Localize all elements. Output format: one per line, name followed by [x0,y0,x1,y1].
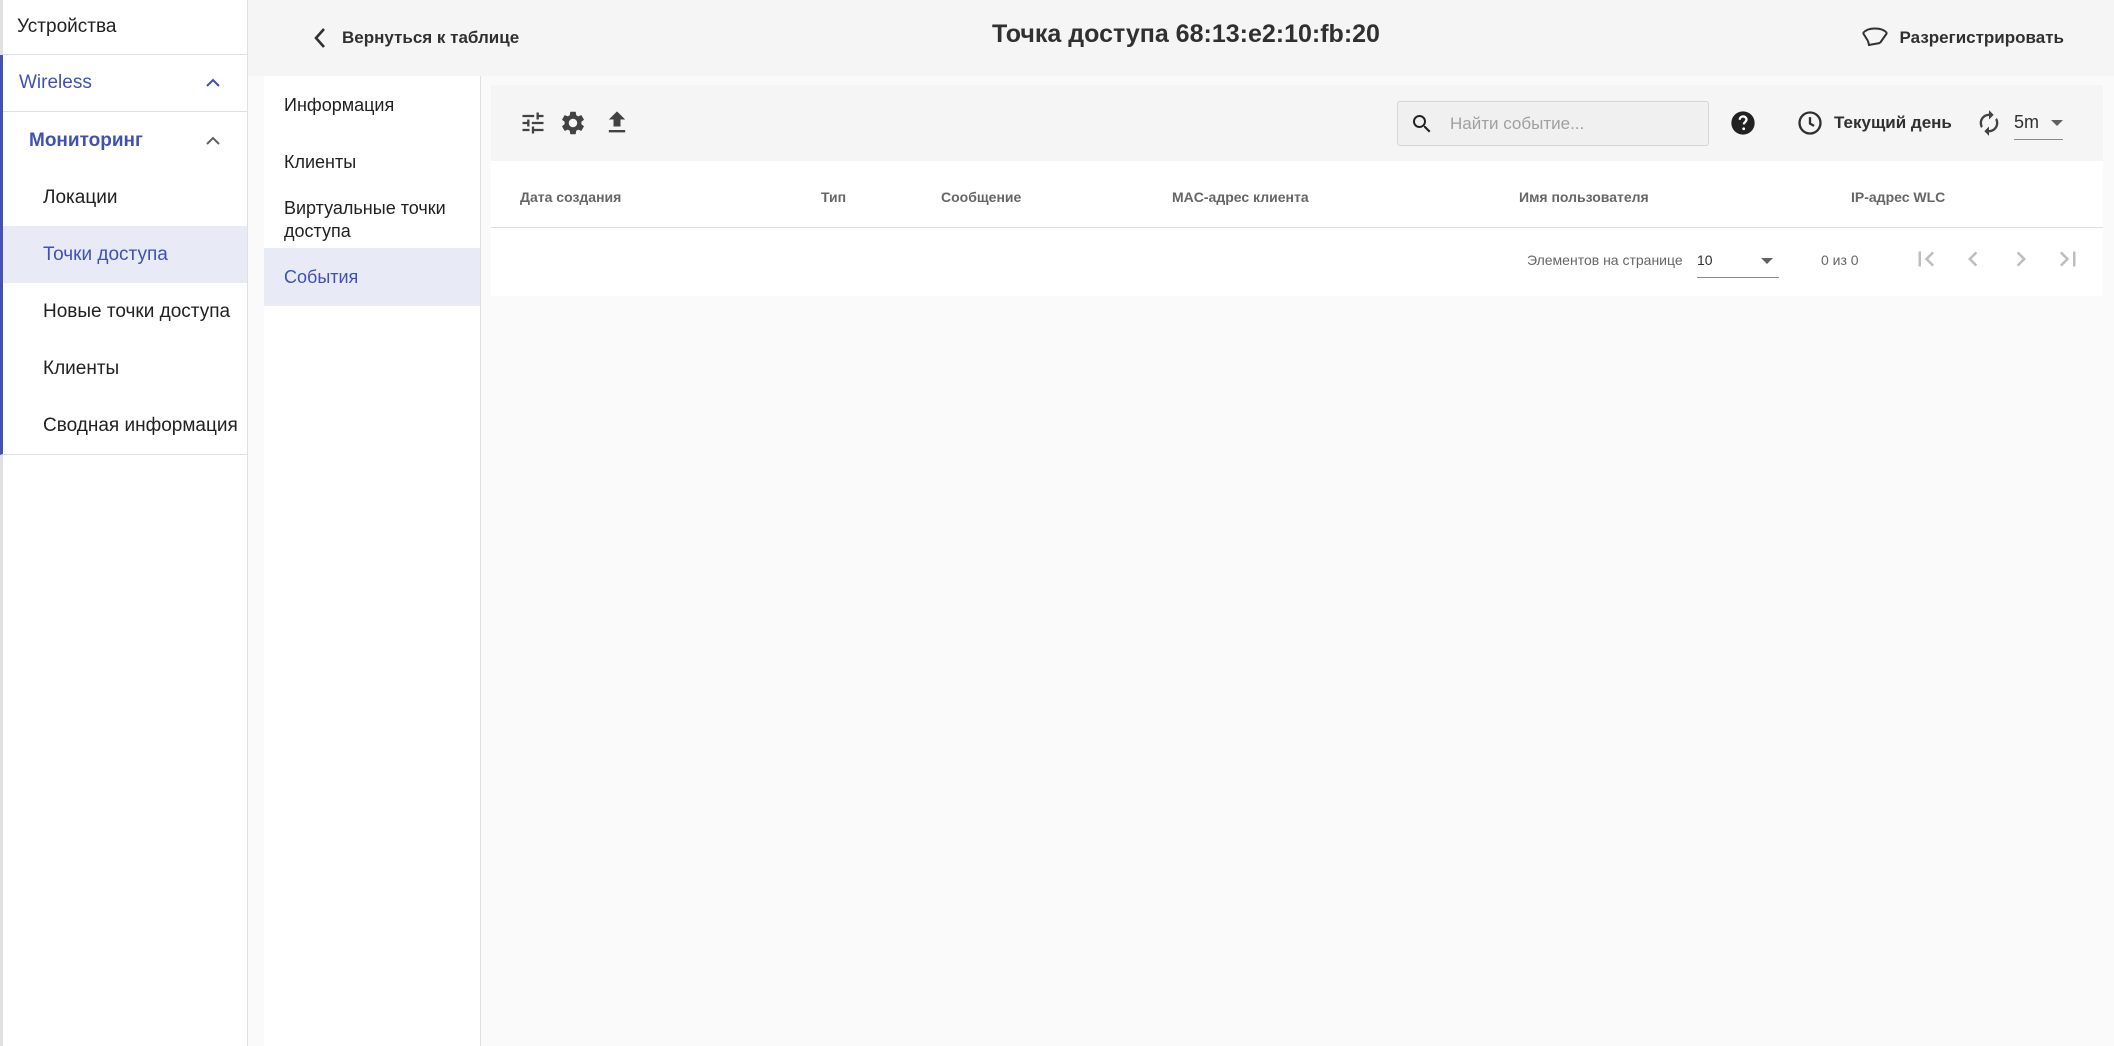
access-point-subnav: Информация Клиенты Виртуальные точки дос… [264,76,481,1046]
tab-virtual-access-points[interactable]: Виртуальные точки доступа [264,191,480,248]
tune-icon[interactable] [519,109,547,137]
sidebar-item-label: Мониторинг [29,129,143,151]
refresh-interval-select[interactable]: 5m [2014,106,2063,140]
search-input[interactable] [1450,102,1700,145]
sidebar-item-devices[interactable]: Устройства [3,0,247,55]
sidebar-item-label: Сводная информация [43,414,238,436]
sidebar-item-new-access-points[interactable]: Новые точки доступа [3,283,247,340]
tab-events[interactable]: События [264,248,480,306]
events-panel: Текущий день 5m Дата создания Тип Сообще… [491,85,2103,296]
sidebar-item-wireless[interactable]: Wireless [3,55,247,112]
page-size-select[interactable]: 10 [1697,242,1779,278]
sidebar-item-summary[interactable]: Сводная информация [3,397,247,454]
tab-clients[interactable]: Клиенты [264,134,480,191]
column-header-created[interactable]: Дата создания [520,189,621,205]
page-header: Вернуться к таблице Точка доступа 68:13:… [248,0,2114,76]
column-header-message[interactable]: Сообщение [941,189,1021,205]
next-page-icon[interactable] [2006,244,2036,274]
column-header-type[interactable]: Тип [821,189,846,205]
sidebar-item-label: Точки доступа [43,243,168,265]
paginator: Элементов на странице 10 0 из 0 [491,228,2103,295]
column-header-wlc-ip[interactable]: IP-адрес WLC [1851,189,1945,205]
tab-label: Виртуальные точки доступа [284,197,446,241]
page-size-label: Элементов на странице [1527,252,1683,268]
page-range-label: 0 из 0 [1821,252,1859,268]
sidebar-item-label: Wireless [19,72,92,93]
dropdown-caret-icon [1761,258,1773,264]
sidebar-item-monitoring[interactable]: Мониторинг [3,112,247,169]
last-page-icon[interactable] [2053,244,2083,274]
clock-icon [1798,111,1822,135]
chevron-up-icon[interactable] [205,133,221,149]
sidebar-item-locations[interactable]: Локации [3,169,247,226]
sidebar-item-clients[interactable]: Клиенты [3,340,247,397]
refresh-interval-value: 5m [2014,112,2040,132]
page-title: Точка доступа 68:13:e2:10:fb:20 [992,20,1380,48]
period-selector-button[interactable]: Текущий день [1796,107,1952,139]
sidebar-item-label: Новые точки доступа [43,300,231,322]
tab-label: Клиенты [284,152,357,172]
previous-page-icon[interactable] [1958,244,1988,274]
column-header-username[interactable]: Имя пользователя [1519,189,1649,205]
events-toolbar: Текущий день 5m [491,85,2103,161]
unregister-button-label: Разрегистрировать [1899,28,2064,47]
sidebar-item-access-points[interactable]: Точки доступа [3,226,247,283]
events-table-header: Дата создания Тип Сообщение MAC-адрес кл… [491,161,2103,228]
sidebar-wireless-group: Wireless Мониторинг Локации Точки доступ… [0,55,247,455]
tab-info[interactable]: Информация [264,76,480,134]
unregister-icon [1861,27,1888,47]
sidebar-item-label: Клиенты [43,357,120,379]
help-icon[interactable] [1729,109,1757,137]
upload-icon[interactable] [603,109,631,137]
main-sidebar: Устройства Wireless Мониторинг Локации Т… [0,0,248,1046]
first-page-icon[interactable] [1911,244,1941,274]
app-root: Устройства Wireless Мониторинг Локации Т… [0,0,2114,1046]
tab-label: Информация [284,94,395,115]
sidebar-item-label: Устройства [17,16,117,37]
sidebar-item-label: Локации [43,186,118,208]
period-label: Текущий день [1834,113,1952,132]
search-icon [1413,115,1431,133]
event-search [1397,101,1709,146]
settings-gear-icon[interactable] [559,109,587,137]
tab-label: События [284,266,359,287]
chevron-up-icon[interactable] [205,75,221,91]
unregister-button[interactable]: Разрегистрировать [1860,22,2064,54]
page-size-value: 10 [1697,252,1713,268]
column-header-client-mac[interactable]: MAC-адрес клиента [1172,189,1309,205]
dropdown-caret-icon [2051,120,2063,126]
autorenew-icon[interactable] [1975,109,2003,137]
